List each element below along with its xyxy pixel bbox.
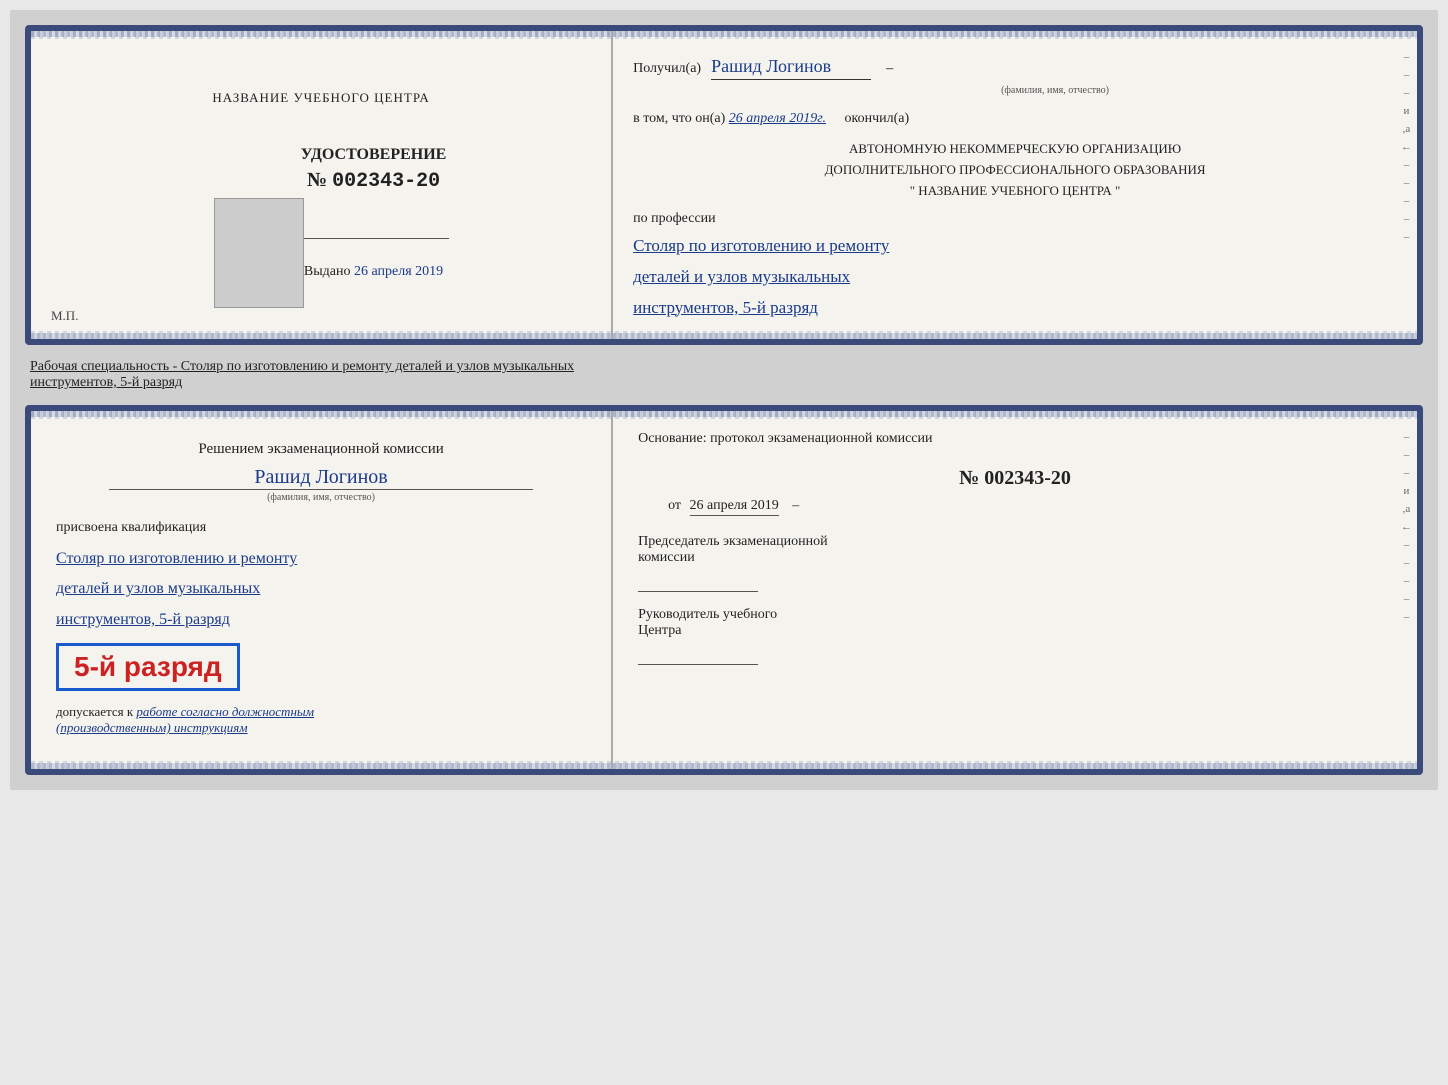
specialty-text: Рабочая специальность - Столяр по изгото… (25, 353, 1423, 397)
bottom-card-left: Решением экзаменационной комиссии Рашид … (31, 411, 613, 769)
rank-badge: 5-й разряд (56, 643, 240, 691)
fio-hint-bottom: (фамилия, имя, отчество) (56, 492, 586, 503)
qual-label: присвоена квалификация (56, 520, 206, 536)
profession-text: Столяр по изготовлению и ремонту деталей… (633, 231, 1397, 323)
protocol-number: № 002343-20 (638, 467, 1392, 490)
bottom-certificate-card: Решением экзаменационной комиссии Рашид … (25, 405, 1423, 775)
protocol-date: от 26 апреля 2019 – (668, 498, 1392, 514)
received-label: Получил(а) (633, 61, 701, 77)
top-card-right: Получил(а) Рашид Логинов – (фамилия, имя… (613, 31, 1417, 339)
profession-label: по профессии (633, 211, 1397, 227)
chairman-block: Председатель экзаменационной комиссии (638, 534, 1392, 592)
center-head-title: Руководитель учебного Центра (638, 607, 1392, 639)
stamp-area: М.П. (51, 308, 631, 324)
issued-line: Выдано 26 апреля 2019 (304, 264, 443, 280)
fio-hint-top: (фамилия, имя, отчество) (713, 85, 1397, 96)
basis-label: Основание: протокол экзаменационной коми… (638, 431, 1392, 447)
commission-title: Решением экзаменационной комиссии (56, 441, 586, 458)
date-line: в том, что он(а) 26 апреля 2019г. окончи… (633, 111, 1397, 127)
rank-badge-text: 5-й разряд (74, 651, 222, 682)
specialty-text2: инструментов, 5-й разряд (30, 375, 182, 390)
recipient-name: Рашид Логинов (711, 56, 871, 80)
qualification-text: Столяр по изготовлению и ремонту деталей… (56, 544, 297, 635)
center-head-block: Руководитель учебного Центра (638, 607, 1392, 665)
org-name-left: НАЗВАНИЕ УЧЕБНОГО ЦЕНТРА (212, 90, 429, 106)
chairman-sig-line (638, 591, 758, 592)
bottom-card-right: Основание: протокол экзаменационной коми… (613, 411, 1417, 769)
right-deco-bottom: – – – и ,а ← – – – – – (1401, 431, 1412, 749)
top-certificate-card: НАЗВАНИЕ УЧЕБНОГО ЦЕНТРА УДОСТОВЕРЕНИЕ №… (25, 25, 1423, 345)
chairman-title: Председатель экзаменационной комиссии (638, 534, 1392, 566)
recipient-line: Получил(а) Рашид Логинов – (633, 56, 1397, 80)
commission-name: Рашид Логинов (56, 466, 586, 489)
org-block: АВТОНОМНУЮ НЕКОММЕРЧЕСКУЮ ОРГАНИЗАЦИЮ ДО… (633, 139, 1397, 201)
date-value: 26 апреля 2019г. (729, 111, 826, 126)
top-card-left: НАЗВАНИЕ УЧЕБНОГО ЦЕНТРА УДОСТОВЕРЕНИЕ №… (31, 31, 613, 339)
allowed-text: допускается к работе согласно должностны… (56, 704, 314, 736)
center-head-sig-line (638, 664, 758, 665)
cert-title: УДОСТОВЕРЕНИЕ (301, 146, 447, 164)
photo-placeholder (214, 198, 304, 308)
page-wrapper: НАЗВАНИЕ УЧЕБНОГО ЦЕНТРА УДОСТОВЕРЕНИЕ №… (10, 10, 1438, 790)
cert-number: № 002343-20 (307, 169, 440, 193)
right-deco: – – – и ,а ← – – – – – (1401, 51, 1412, 319)
